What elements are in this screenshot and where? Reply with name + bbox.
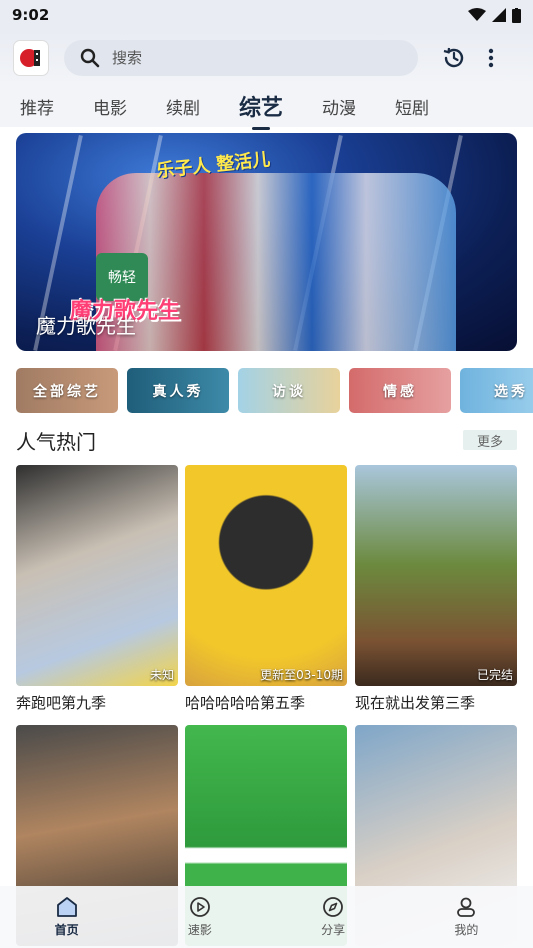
search-input[interactable]: 搜索 bbox=[64, 39, 418, 76]
play-icon bbox=[189, 897, 210, 917]
tab-anime[interactable]: 动漫 bbox=[322, 94, 356, 119]
user-icon bbox=[457, 897, 476, 917]
app-logo[interactable] bbox=[14, 40, 48, 75]
more-options-icon[interactable] bbox=[488, 48, 494, 68]
section-title: 人气热门 bbox=[16, 429, 96, 454]
nav-label: 分享 bbox=[321, 923, 346, 937]
show-card[interactable]: 更新至03-10期 哈哈哈哈哈第五季 bbox=[185, 465, 347, 713]
poster-status: 更新至03-10期 bbox=[260, 668, 343, 682]
nav-label: 速影 bbox=[187, 923, 212, 937]
status-time: 9:02 bbox=[12, 6, 50, 24]
category-interview[interactable]: 访谈 bbox=[238, 368, 340, 413]
more-button[interactable]: 更多 bbox=[463, 430, 517, 450]
show-title: 奔跑吧第九季 bbox=[16, 694, 107, 712]
nav-home[interactable]: 首页 bbox=[22, 896, 112, 938]
tab-variety[interactable]: 综艺 bbox=[239, 90, 283, 130]
poster-status: 已完结 bbox=[476, 668, 513, 682]
nav-share[interactable]: 分享 bbox=[288, 896, 378, 938]
search-placeholder: 搜索 bbox=[112, 49, 143, 67]
show-title: 哈哈哈哈哈第五季 bbox=[185, 694, 306, 712]
bottom-nav: 首页 速影 分享 我的 bbox=[0, 886, 533, 948]
category-all-variety[interactable]: 全部综艺 bbox=[16, 368, 118, 413]
nav-profile[interactable]: 我的 bbox=[421, 896, 511, 938]
show-poster: 已完结 bbox=[355, 465, 517, 686]
tab-short-drama[interactable]: 短剧 bbox=[395, 94, 429, 119]
tab-series[interactable]: 续剧 bbox=[166, 94, 200, 119]
nav-fast-video[interactable]: 速影 bbox=[155, 896, 245, 938]
category-reality-show[interactable]: 真人秀 bbox=[127, 368, 229, 413]
search-icon bbox=[80, 48, 100, 67]
nav-label: 我的 bbox=[454, 923, 479, 937]
status-icons bbox=[468, 7, 521, 23]
wifi-icon bbox=[468, 8, 486, 21]
show-poster: 更新至03-10期 bbox=[185, 465, 347, 686]
category-label: 选秀 bbox=[494, 383, 528, 400]
top-bar: 搜索 bbox=[0, 30, 533, 85]
tab-movie[interactable]: 电影 bbox=[93, 94, 127, 119]
show-card[interactable]: 未知 奔跑吧第九季 bbox=[16, 465, 178, 713]
show-card[interactable]: 已完结 现在就出发第三季 bbox=[355, 465, 517, 713]
poster-status: 未知 bbox=[149, 668, 174, 682]
show-title: 现在就出发第三季 bbox=[355, 694, 476, 712]
category-chips: 全部综艺 真人秀 访谈 情感 选秀 bbox=[16, 368, 533, 413]
nav-label: 首页 bbox=[54, 923, 79, 937]
compass-icon bbox=[323, 897, 344, 917]
category-label: 真人秀 bbox=[152, 383, 204, 400]
battery-icon bbox=[512, 7, 521, 23]
category-label: 访谈 bbox=[272, 383, 306, 400]
category-label: 情感 bbox=[383, 383, 417, 400]
signal-icon bbox=[492, 8, 506, 22]
category-emotion[interactable]: 情感 bbox=[349, 368, 451, 413]
tab-recommend[interactable]: 推荐 bbox=[20, 94, 54, 119]
featured-banner[interactable]: 乐子人 整活儿 畅轻 魔力歌先生 魔力歌先生 bbox=[16, 133, 517, 351]
category-talent-show[interactable]: 选秀 bbox=[460, 368, 533, 413]
popular-section-header: 人气热门 更多 bbox=[16, 424, 517, 456]
history-icon[interactable] bbox=[442, 46, 466, 70]
banner-title: 魔力歌先生 bbox=[36, 314, 136, 338]
status-bar: 9:02 bbox=[0, 0, 533, 30]
home-icon bbox=[56, 897, 77, 917]
app-logo-icon bbox=[20, 48, 40, 67]
category-label: 全部综艺 bbox=[33, 383, 101, 400]
show-poster: 未知 bbox=[16, 465, 178, 686]
category-tabs: 推荐 电影 续剧 综艺 动漫 短剧 bbox=[0, 85, 533, 130]
